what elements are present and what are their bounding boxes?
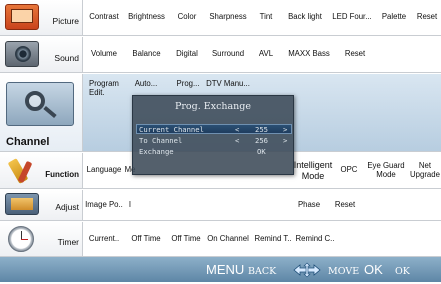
row-label: Exchange xyxy=(139,147,174,156)
menu-item-phase[interactable]: Phase xyxy=(291,190,327,220)
menu-item-balance[interactable]: Balance xyxy=(124,37,169,72)
category-label: Sound xyxy=(54,53,79,63)
menu-key-label: MENU xyxy=(206,262,245,277)
picture-icon xyxy=(5,4,39,30)
arrows-cross-icon xyxy=(290,257,324,282)
exchange-row[interactable]: Exchange OK xyxy=(136,147,292,157)
menu-item-image-position[interactable]: Image Po.. xyxy=(84,190,124,220)
menu-row-sound: Sound Volume Balance Digital Surround AV… xyxy=(0,37,441,73)
menu-item-color[interactable]: Color xyxy=(169,0,205,35)
category-timer[interactable]: Timer xyxy=(0,222,83,256)
function-icon xyxy=(5,157,39,184)
timer-icon xyxy=(8,226,34,252)
menu-item-current-time[interactable]: Current.. xyxy=(84,222,124,256)
tv-menu: Picture Contrast Brightness Color Sharpn… xyxy=(0,0,441,282)
bottom-hint-bar: MENU BACK MOVE OK OK xyxy=(0,257,441,282)
menu-item-brightness[interactable]: Brightness xyxy=(124,0,169,35)
category-adjust[interactable]: Adjust xyxy=(0,190,83,220)
to-channel-row[interactable]: To Channel < 256 > xyxy=(136,136,292,146)
arrow-right-icon[interactable]: > xyxy=(283,125,287,134)
menu-row-adjust: Adjust Image Po.. I Phase Reset xyxy=(0,190,441,221)
menu-item-program-edit[interactable]: Program Edit. xyxy=(84,74,122,104)
row-label: To Channel xyxy=(139,136,183,145)
menu-item-prog[interactable]: Prog... xyxy=(170,74,206,94)
menu-item-digital[interactable]: Digital xyxy=(169,37,205,72)
adjust-icon xyxy=(5,193,39,215)
category-sound[interactable]: Sound xyxy=(0,37,83,72)
menu-item-back-light[interactable]: Back light xyxy=(281,0,329,35)
category-picture[interactable]: Picture xyxy=(0,0,83,35)
move-hint-label: MOVE xyxy=(328,266,360,277)
menu-item-remind-channel[interactable]: Remind C.. xyxy=(294,222,336,256)
prog-exchange-dialog: Prog. Exchange Current Channel < 255 > T… xyxy=(132,95,294,175)
menu-item-tint[interactable]: Tint xyxy=(251,0,281,35)
ok-hint-label: OK xyxy=(395,266,410,277)
arrow-right-icon[interactable]: > xyxy=(283,136,287,145)
menu-item-volume[interactable]: Volume xyxy=(84,37,124,72)
menu-row-picture: Picture Contrast Brightness Color Sharpn… xyxy=(0,0,441,36)
menu-item-reset[interactable]: Reset xyxy=(413,0,441,35)
menu-item-palette[interactable]: Palette xyxy=(375,0,413,35)
menu-item-led-four[interactable]: LED Four... xyxy=(329,0,375,35)
channel-icon xyxy=(6,82,74,126)
ok-key-label: OK xyxy=(364,262,383,277)
category-function[interactable]: Function xyxy=(0,153,83,188)
arrow-left-icon[interactable]: < xyxy=(235,136,239,145)
category-label: Channel xyxy=(6,136,50,148)
menu-item-remind-time[interactable]: Remind T.. xyxy=(252,222,294,256)
menu-item-surround[interactable]: Surround xyxy=(205,37,251,72)
category-label: Adjust xyxy=(55,202,79,212)
menu-item-off-time-2[interactable]: Off Time xyxy=(168,222,204,256)
menu-item-adjust-hidden[interactable]: I xyxy=(124,190,136,220)
menu-row-timer: Timer Current.. Off Time Off Time On Cha… xyxy=(0,222,441,257)
menu-item-opc[interactable]: OPC xyxy=(335,153,363,188)
arrow-left-icon[interactable]: < xyxy=(235,125,239,134)
menu-item-reset[interactable]: Reset xyxy=(327,190,363,220)
row-value: 256 xyxy=(255,136,268,145)
category-label: Function xyxy=(45,170,79,179)
category-label: Picture xyxy=(52,16,79,26)
menu-item-contrast[interactable]: Contrast xyxy=(84,0,124,35)
exchange-ok-button[interactable]: OK xyxy=(257,147,266,156)
menu-item-maxx-bass[interactable]: MAXX Bass xyxy=(281,37,337,72)
current-channel-row[interactable]: Current Channel < 255 > xyxy=(136,124,292,134)
menu-item-sharpness[interactable]: Sharpness xyxy=(205,0,251,35)
row-value: 255 xyxy=(255,125,268,134)
back-hint-label: BACK xyxy=(248,266,277,277)
dialog-title: Prog. Exchange xyxy=(175,101,251,112)
menu-item-intelligent-mode[interactable]: Intelligent Mode xyxy=(291,153,335,188)
category-channel[interactable]: Channel xyxy=(0,74,83,151)
menu-item-avl[interactable]: AVL xyxy=(251,37,281,72)
menu-item-off-time[interactable]: Off Time xyxy=(124,222,168,256)
menu-item-auto[interactable]: Auto... xyxy=(124,74,168,94)
sound-icon xyxy=(5,41,39,67)
menu-item-net-upgrade[interactable]: Net Upgrade xyxy=(409,153,441,188)
menu-item-dtv-manual[interactable]: DTV Manu... xyxy=(205,74,251,94)
row-label: Current Channel xyxy=(139,125,204,134)
menu-item-eye-guard-mode[interactable]: Eye Guard Mode xyxy=(363,153,409,188)
menu-item-reset[interactable]: Reset xyxy=(337,37,373,72)
category-label: Timer xyxy=(57,237,79,247)
menu-item-language[interactable]: Language xyxy=(84,153,124,188)
menu-item-on-channel[interactable]: On Channel xyxy=(204,222,252,256)
